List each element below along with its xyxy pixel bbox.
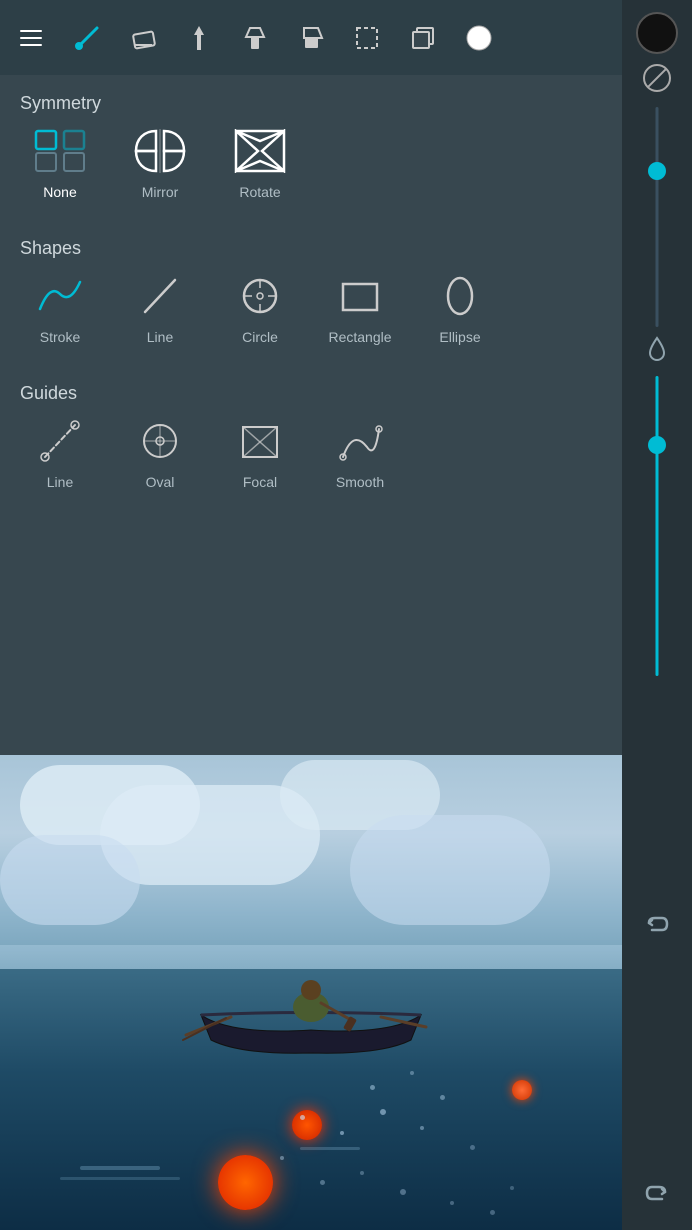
guide-line-label: Line <box>47 474 73 490</box>
shapes-options: Stroke Line <box>0 271 622 365</box>
symmetry-none[interactable]: None <box>10 126 110 200</box>
guides-title: Guides <box>0 365 622 416</box>
symmetry-rotate[interactable]: Rotate <box>210 126 310 200</box>
circle-label: Circle <box>242 329 278 345</box>
rotate-label: Rotate <box>239 184 280 200</box>
guides-section: Guides Line <box>0 365 622 510</box>
guides-options: Line Oval <box>0 416 622 510</box>
stroke-icon <box>30 271 90 321</box>
guide-oval-label: Oval <box>146 474 175 490</box>
layers-button[interactable] <box>404 19 442 57</box>
selection-button[interactable] <box>348 19 386 57</box>
guide-focal-icon <box>230 416 290 466</box>
artwork-canvas[interactable] <box>0 755 622 1230</box>
brush-button[interactable] <box>68 19 106 57</box>
stamp-button[interactable] <box>236 19 274 57</box>
symmetry-mirror[interactable]: Mirror <box>110 126 210 200</box>
guide-focal[interactable]: Focal <box>210 416 310 490</box>
undo-button[interactable] <box>639 910 675 946</box>
toolbar <box>0 0 622 75</box>
ellipse-label: Ellipse <box>439 329 480 345</box>
shapes-section: Shapes Stroke Line <box>0 220 622 365</box>
canvas-area[interactable] <box>0 755 622 1230</box>
guide-line-icon <box>30 416 90 466</box>
guide-focal-label: Focal <box>243 474 277 490</box>
shape-circle[interactable]: Circle <box>210 271 310 345</box>
guide-oval-icon <box>130 416 190 466</box>
transform-button[interactable] <box>180 19 218 57</box>
guide-oval[interactable]: Oval <box>110 416 210 490</box>
rectangle-label: Rectangle <box>328 329 391 345</box>
shape-ellipse[interactable]: Ellipse <box>410 271 510 345</box>
line-icon <box>130 271 190 321</box>
stroke-label: Stroke <box>40 329 80 345</box>
shape-line[interactable]: Line <box>110 271 210 345</box>
symmetry-title: Symmetry <box>0 75 622 126</box>
slider1-thumb[interactable] <box>648 162 666 180</box>
main-panel: Symmetry None <box>0 0 622 755</box>
symmetry-options: None Mirror <box>0 126 622 220</box>
rotate-icon <box>230 126 290 176</box>
rectangle-icon <box>330 271 390 321</box>
ellipse-icon <box>430 271 490 321</box>
line-label: Line <box>147 329 173 345</box>
color-picker-button[interactable] <box>460 19 498 57</box>
guide-smooth-icon <box>330 416 390 466</box>
guide-line[interactable]: Line <box>10 416 110 490</box>
mirror-icon <box>130 126 190 176</box>
fill-button[interactable] <box>292 19 330 57</box>
shape-rectangle[interactable]: Rectangle <box>310 271 410 345</box>
mirror-label: Mirror <box>142 184 179 200</box>
guide-smooth[interactable]: Smooth <box>310 416 410 490</box>
none-label: None <box>43 184 76 200</box>
shapes-title: Shapes <box>0 220 622 271</box>
menu-button[interactable] <box>12 19 50 57</box>
opacity-icon <box>645 337 669 361</box>
none-icon <box>30 126 90 176</box>
circle-icon <box>230 271 290 321</box>
eraser-button[interactable] <box>124 19 162 57</box>
redo-button[interactable] <box>639 1179 675 1215</box>
symmetry-section: Symmetry None <box>0 75 622 220</box>
shape-stroke[interactable]: Stroke <box>10 271 110 345</box>
right-sidebar <box>622 0 692 1230</box>
slider2-thumb[interactable] <box>648 436 666 454</box>
color-swatch[interactable] <box>636 12 678 54</box>
no-color-icon[interactable] <box>643 64 671 92</box>
guide-smooth-label: Smooth <box>336 474 384 490</box>
